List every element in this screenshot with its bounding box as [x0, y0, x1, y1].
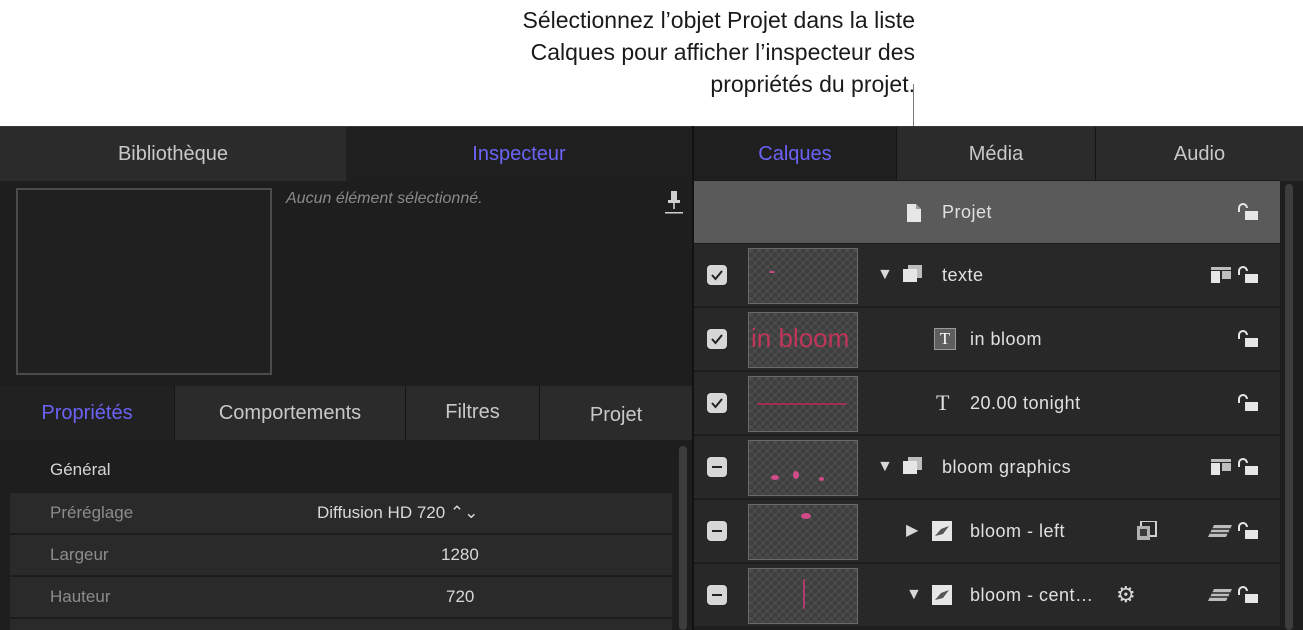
disclosure-triangle-icon[interactable]: ▼ — [877, 244, 893, 306]
width-value[interactable]: 1280 — [441, 535, 479, 575]
layer-row[interactable]: ▼ bloom - cent… ⚙ — [694, 563, 1280, 626]
layer-row[interactable]: T 20.00 tonight — [694, 371, 1280, 434]
width-label: Largeur — [50, 545, 109, 564]
subtab-behaviors[interactable]: Comportements — [175, 386, 405, 440]
layer-checkbox-mixed[interactable] — [707, 457, 727, 477]
properties-pane: Général Préréglage Diffusion HD 720 ⌃⌄ L… — [0, 440, 692, 630]
subtab-project[interactable]: Projet — [540, 386, 692, 440]
row-height: Hauteur 720 — [10, 576, 672, 617]
motion-app: Bibliothèque Inspecteur Calques Média Au… — [0, 126, 1303, 630]
layer-row-project[interactable]: Projet — [694, 180, 1280, 243]
disclosure-triangle-icon[interactable]: ▼ — [906, 564, 922, 626]
callout-line-1: Sélectionnez l’objet Projet dans la list… — [522, 7, 915, 33]
tab-media[interactable]: Média — [897, 127, 1095, 181]
subtab-filters[interactable]: Filtres — [406, 386, 539, 440]
height-value[interactable]: 720 — [446, 577, 474, 617]
no-selection-label: Aucun élément sélectionné. — [286, 190, 483, 207]
layer-thumbnail — [748, 504, 858, 560]
thumb-mark — [803, 579, 805, 609]
layer-name: Projet — [942, 202, 993, 222]
row-preset[interactable]: Préréglage Diffusion HD 720 ⌃⌄ — [10, 492, 672, 533]
image-layer-icon — [932, 585, 952, 605]
group-stack-icon — [1211, 267, 1231, 283]
section-general: Général — [50, 460, 111, 479]
thumb-mark — [757, 403, 847, 405]
mask-icon[interactable] — [1137, 521, 1157, 541]
text-layer-icon: T — [934, 328, 956, 350]
layer-row[interactable]: in bloom T in bloom — [694, 307, 1280, 370]
group-icon — [903, 265, 922, 282]
thumb-mark — [801, 513, 811, 519]
layer-row[interactable]: ▼ bloom graphics — [694, 435, 1280, 498]
layer-row[interactable]: ▼ texte — [694, 243, 1280, 306]
subtab-properties[interactable]: Propriétés — [0, 386, 174, 440]
lock-icon[interactable] — [1237, 586, 1259, 604]
thumb-mark — [819, 477, 824, 481]
thumb-mark — [771, 475, 779, 480]
callout-text: Sélectionnez l’objet Projet dans la list… — [295, 4, 915, 100]
image-layer-icon — [932, 521, 952, 541]
layer-name: in bloom — [970, 329, 1043, 349]
callout-line-2: Calques pour afficher l’inspecteur des — [530, 39, 915, 65]
layer-row[interactable]: ▶ bloom - left — [694, 499, 1280, 562]
tab-audio[interactable]: Audio — [1096, 127, 1303, 181]
group-stack-icon — [1211, 459, 1231, 475]
layer-thumbnail — [748, 376, 858, 432]
document-icon — [907, 204, 921, 222]
thumb-mark — [769, 271, 775, 273]
tab-library[interactable]: Bibliothèque — [0, 127, 346, 181]
group-icon — [903, 457, 922, 474]
height-label: Hauteur — [50, 587, 111, 606]
blend-mode-icon — [1208, 589, 1232, 601]
layer-name: texte — [942, 265, 984, 285]
inspector-preview — [16, 188, 272, 375]
layer-checkbox[interactable] — [707, 265, 727, 285]
tab-inspector[interactable]: Inspecteur — [346, 127, 692, 181]
lock-icon[interactable] — [1237, 458, 1259, 476]
tab-layers[interactable]: Calques — [694, 127, 896, 181]
layer-thumbnail: in bloom — [748, 312, 858, 368]
row-next — [10, 618, 672, 630]
thumb-text: in bloom — [751, 323, 850, 353]
top-tab-bar: Bibliothèque Inspecteur Calques Média Au… — [0, 126, 1303, 181]
layer-name: bloom - left — [970, 521, 1066, 541]
lock-icon[interactable] — [1237, 522, 1259, 540]
row-width: Largeur 1280 — [10, 534, 672, 575]
layers-scrollbar[interactable] — [1285, 184, 1293, 630]
lock-icon[interactable] — [1237, 203, 1259, 221]
layer-thumbnail — [748, 440, 858, 496]
inspector-subtabs: Propriétés Comportements Filtres Projet — [0, 386, 692, 440]
layer-name: bloom - cent… — [970, 585, 1094, 605]
inspector-scrollbar[interactable] — [679, 446, 687, 630]
lock-icon[interactable] — [1237, 394, 1259, 412]
disclosure-triangle-icon[interactable]: ▼ — [877, 436, 893, 498]
callout-line-3: propriétés du projet. — [710, 71, 915, 97]
layer-name: 20.00 tonight — [970, 393, 1081, 413]
layer-thumbnail — [748, 568, 858, 624]
lock-icon[interactable] — [1237, 266, 1259, 284]
gear-icon[interactable]: ⚙ — [1116, 564, 1136, 626]
preset-label: Préréglage — [50, 503, 134, 522]
layer-checkbox-mixed[interactable] — [707, 521, 727, 541]
layer-name: bloom graphics — [942, 457, 1072, 477]
pin-icon[interactable] — [665, 190, 683, 214]
layer-thumbnail — [748, 248, 858, 304]
thumb-mark — [793, 471, 799, 479]
layer-checkbox[interactable] — [707, 393, 727, 413]
text-layer-icon: T — [936, 390, 950, 415]
lock-icon[interactable] — [1237, 330, 1259, 348]
layer-checkbox-mixed[interactable] — [707, 585, 727, 605]
preset-popup[interactable]: Diffusion HD 720 ⌃⌄ — [317, 493, 478, 533]
layer-checkbox[interactable] — [707, 329, 727, 349]
disclosure-triangle-collapsed-icon[interactable]: ▶ — [906, 500, 918, 562]
blend-mode-icon — [1208, 525, 1232, 537]
